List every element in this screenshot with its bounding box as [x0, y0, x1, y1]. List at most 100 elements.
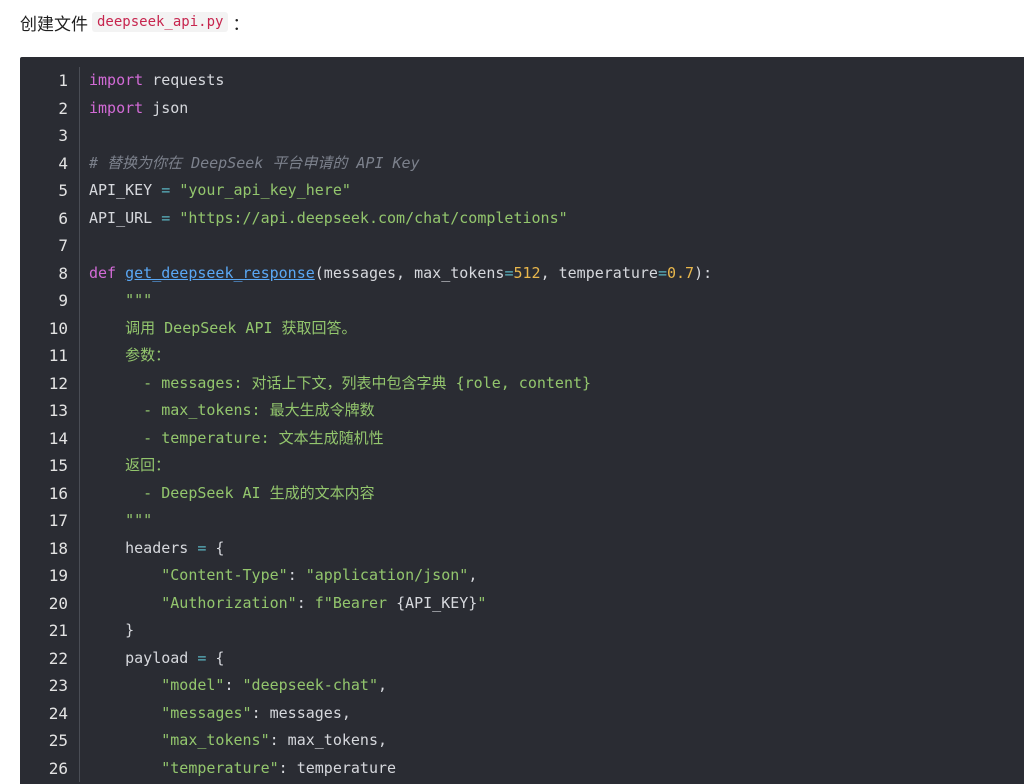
- code-text: "Authorization": f"Bearer {API_KEY}": [80, 590, 1024, 618]
- code-line: 16 - DeepSeek AI 生成的文本内容: [20, 479, 1024, 508]
- line-number: 16: [48, 483, 68, 503]
- code-token: """: [89, 291, 153, 309]
- code-token: 参数：: [89, 346, 171, 364]
- code-text: }: [80, 617, 1024, 645]
- code-text: """: [80, 287, 1024, 315]
- code-token: : max_tokens,: [269, 731, 388, 749]
- code-text: import requests: [80, 67, 1024, 95]
- line-number: 4: [58, 153, 68, 173]
- code-token: 0.7: [667, 263, 695, 282]
- code-token: - DeepSeek AI 生成的文本内容: [89, 483, 375, 502]
- line-number: 12: [48, 373, 68, 393]
- code-text: API_URL = "https://api.deepseek.com/chat…: [80, 205, 1024, 233]
- code-line: 3: [20, 122, 1024, 150]
- code-token: 调用 DeepSeek API 获取回答。: [89, 318, 357, 337]
- code-text: def get_deepseek_response(messages, max_…: [80, 260, 1024, 288]
- code-line: 17 """: [20, 507, 1024, 535]
- line-number: 19: [48, 566, 68, 585]
- code-token: def: [89, 263, 117, 282]
- code-line: 24 "messages": messages,: [20, 699, 1024, 727]
- code-line: 23 "model": "deepseek-chat",: [20, 672, 1024, 700]
- code-line: 12 - messages: 对话上下文，列表中包含字典 {role, cont…: [20, 369, 1024, 398]
- code-line: 25 "max_tokens": max_tokens,: [20, 727, 1024, 755]
- code-token: "messages": [161, 703, 252, 722]
- code-line: 13 - max_tokens: 最大生成令牌数: [20, 397, 1024, 425]
- code-token: # 替换为你在 DeepSeek 平台申请的 API Key: [89, 153, 420, 172]
- code-text: headers = {: [80, 535, 1024, 563]
- line-number: 6: [58, 208, 68, 228]
- code-token: headers: [89, 538, 198, 557]
- code-token: "your_api_key_here": [179, 181, 351, 199]
- code-line: 19 "Content-Type": "application/json",: [20, 562, 1024, 590]
- line-number: 15: [48, 456, 68, 475]
- code-line: 18 headers = {: [20, 534, 1024, 563]
- code-text: 返回：: [80, 452, 1024, 480]
- code-text: "max_tokens": max_tokens,: [80, 727, 1024, 755]
- line-number: 10: [48, 318, 68, 338]
- code-token: "Authorization": [161, 593, 297, 612]
- code-text: API_KEY = "your_api_key_here": [80, 177, 1024, 205]
- code-text: - temperature: 文本生成随机性: [80, 425, 1024, 453]
- line-number: 21: [48, 621, 68, 640]
- line-number: 17: [48, 511, 68, 530]
- line-number: 13: [48, 401, 68, 420]
- code-token: import: [89, 71, 144, 89]
- line-number: 7: [58, 236, 68, 255]
- code-text: """: [80, 507, 1024, 535]
- line-number: 26: [48, 758, 68, 778]
- line-number: 20: [48, 593, 68, 613]
- code-lines: 1 import requests 2 import json 3 4 # 替换为你在 De…: [20, 67, 1024, 782]
- code-text: "model": "deepseek-chat",: [80, 672, 1024, 700]
- code-line: 22 payload = {: [20, 644, 1024, 672]
- filename-code: deepseek_api.py: [92, 12, 229, 32]
- code-text: - max_tokens: 最大生成令牌数: [80, 397, 1024, 425]
- code-token: ,: [378, 676, 388, 694]
- code-token: 返回：: [89, 456, 171, 474]
- code-token: "temperature": [161, 758, 279, 777]
- code-line: 4 # 替换为你在 DeepSeek 平台申请的 API Key: [20, 149, 1024, 177]
- code-token: - temperature: 文本生成随机性: [89, 428, 384, 447]
- code-text: "temperature": temperature: [80, 755, 1024, 783]
- code-line: 11 参数：: [20, 342, 1024, 370]
- code-token: "Content-Type": [161, 566, 288, 584]
- code-text: 调用 DeepSeek API 获取回答。: [80, 315, 1024, 343]
- code-token: {: [206, 648, 225, 667]
- code-token: }: [89, 621, 135, 639]
- code-line: 14 - temperature: 文本生成随机性: [20, 424, 1024, 453]
- code-line: 21 }: [20, 617, 1024, 645]
- code-line: 1 import requests: [20, 67, 1024, 95]
- code-token: : messages,: [251, 703, 351, 722]
- code-token: """: [89, 511, 153, 529]
- code-token: (messages, max_tokens: [314, 263, 505, 282]
- code-block[interactable]: 1 import requests 2 import json 3 4 # 替换为你在 De…: [20, 57, 1024, 784]
- line-number: 23: [48, 676, 68, 695]
- code-line: 26 "temperature": temperature: [20, 754, 1024, 783]
- intro-suffix: ：: [232, 14, 250, 35]
- code-text: - messages: 对话上下文，列表中包含字典 {role, content…: [80, 370, 1024, 398]
- code-line: 20 "Authorization": f"Bearer {API_KEY}": [20, 589, 1024, 618]
- code-token: requests: [143, 71, 225, 89]
- code-token: =: [161, 208, 171, 227]
- code-token: : temperature: [278, 758, 397, 777]
- code-token: "application/json": [305, 566, 469, 584]
- code-text: import json: [80, 95, 1024, 123]
- code-line: 8 def get_deepseek_response(messages, max…: [20, 259, 1024, 288]
- code-text: - DeepSeek AI 生成的文本内容: [80, 480, 1024, 508]
- code-token: :: [224, 676, 243, 694]
- code-line: 2 import json: [20, 94, 1024, 123]
- line-number: 1: [58, 71, 68, 90]
- code-token: :: [296, 593, 315, 612]
- line-number: 5: [58, 181, 68, 200]
- code-token: , temperature: [540, 263, 658, 282]
- code-line: 5 API_KEY = "your_api_key_here": [20, 177, 1024, 205]
- code-line: 10 调用 DeepSeek API 获取回答。: [20, 314, 1024, 343]
- line-number: 25: [48, 731, 68, 750]
